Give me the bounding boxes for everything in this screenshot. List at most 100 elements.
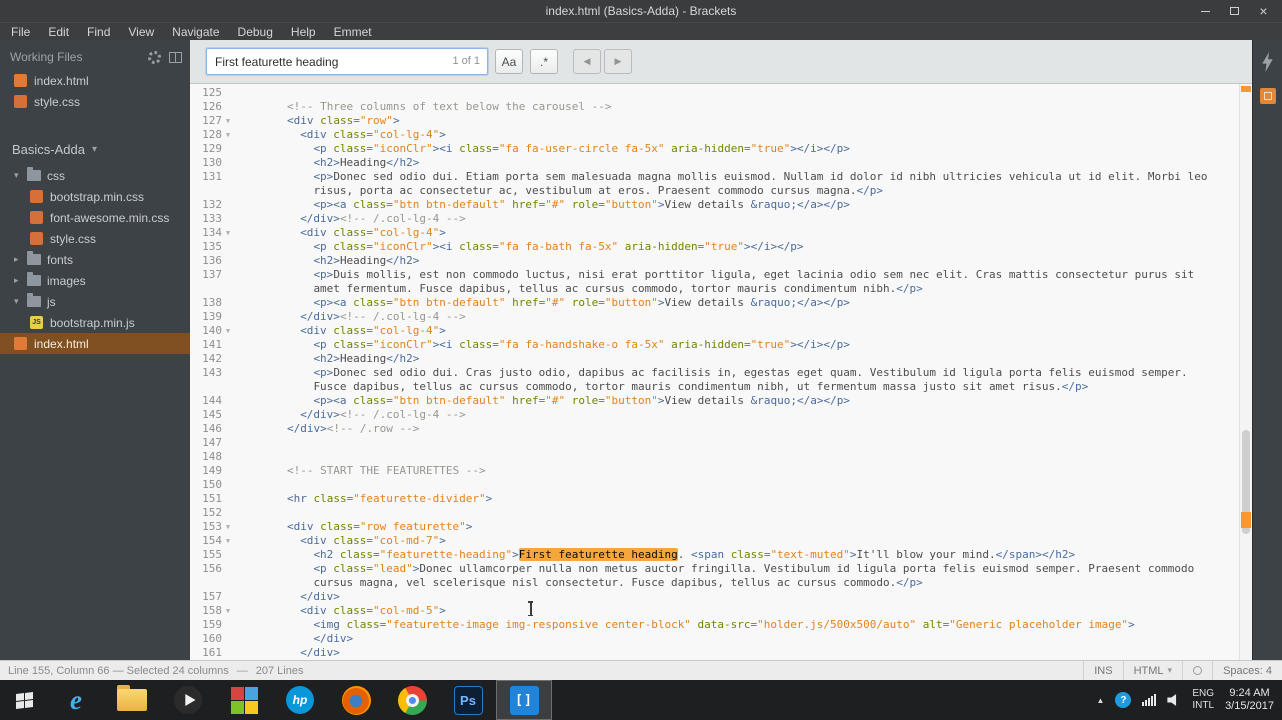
menu-debug[interactable]: Debug xyxy=(229,23,282,41)
project-dropdown[interactable]: Basics-Adda ▾ xyxy=(0,112,190,165)
code-line[interactable]: 146 </div><!-- /.row --> xyxy=(190,422,1239,436)
menu-find[interactable]: Find xyxy=(78,23,119,41)
clock[interactable]: 9:24 AM 3/15/2017 xyxy=(1225,687,1274,713)
collapse-icon[interactable]: ▾ xyxy=(14,170,24,181)
code-line[interactable]: 142 <h2>Heading</h2> xyxy=(190,352,1239,366)
tree-item-images[interactable]: ▸ images xyxy=(0,270,190,291)
find-previous-button[interactable]: ◀ xyxy=(573,49,601,74)
fold-arrow-icon[interactable]: ▼ xyxy=(222,114,234,128)
fold-arrow-icon[interactable]: ▼ xyxy=(222,520,234,534)
code-line[interactable]: 148 xyxy=(190,450,1239,464)
code-line[interactable]: 139 </div><!-- /.col-lg-4 --> xyxy=(190,310,1239,324)
working-file-index.html[interactable]: index.html xyxy=(0,70,190,91)
tree-item-font-awesome.min.css[interactable]: font-awesome.min.css xyxy=(0,207,190,228)
code-line[interactable]: 130 <h2>Heading</h2> xyxy=(190,156,1239,170)
search-input[interactable] xyxy=(206,48,488,75)
regex-button[interactable]: .* xyxy=(530,49,558,74)
menu-emmet[interactable]: Emmet xyxy=(325,23,381,41)
code-line[interactable]: 133 </div><!-- /.col-lg-4 --> xyxy=(190,212,1239,226)
code-line[interactable]: 155 <h2 class="featurette-heading">First … xyxy=(190,548,1239,562)
code-line[interactable]: 160 </div> xyxy=(190,632,1239,646)
split-view-icon[interactable] xyxy=(169,51,182,63)
menu-file[interactable]: File xyxy=(2,23,39,41)
code-line[interactable]: 129 <p class="iconClr"><i class="fa fa-us… xyxy=(190,142,1239,156)
volume-icon[interactable] xyxy=(1167,694,1177,706)
code-lines[interactable]: 125 126 <!-- Three columns of text below t… xyxy=(190,84,1239,660)
code-line[interactable]: 154 ▼ <div class="col-md-7"> xyxy=(190,534,1239,548)
code-line[interactable]: 145 </div><!-- /.col-lg-4 --> xyxy=(190,408,1239,422)
internet-explorer-icon[interactable]: e xyxy=(48,680,104,720)
language-selector[interactable]: HTML ▾ xyxy=(1122,661,1182,680)
maximize-button[interactable] xyxy=(1220,0,1249,22)
photoshop-icon[interactable]: Ps xyxy=(440,680,496,720)
code-line[interactable]: 161 </div> xyxy=(190,646,1239,660)
code-line[interactable]: 150 xyxy=(190,478,1239,492)
code-line[interactable]: 153 ▼ <div class="row featurette"> xyxy=(190,520,1239,534)
code-line[interactable]: 131 <p>Donec sed odio dui. Etiam porta se… xyxy=(190,170,1239,198)
menu-view[interactable]: View xyxy=(119,23,163,41)
fold-arrow-icon[interactable]: ▼ xyxy=(222,604,234,618)
fold-arrow-icon[interactable]: ▼ xyxy=(222,226,234,240)
menu-edit[interactable]: Edit xyxy=(39,23,78,41)
photos-app-icon[interactable] xyxy=(216,680,272,720)
code-line[interactable]: 157 </div> xyxy=(190,590,1239,604)
fold-arrow-icon[interactable]: ▼ xyxy=(222,534,234,548)
code-line[interactable]: 152 xyxy=(190,506,1239,520)
tree-item-bootstrap.min.js[interactable]: JS bootstrap.min.js xyxy=(0,312,190,333)
hp-support-icon[interactable]: hp xyxy=(272,680,328,720)
code-line[interactable]: 134 ▼ <div class="col-lg-4"> xyxy=(190,226,1239,240)
code-line[interactable]: 143 <p>Donec sed odio dui. Cras justo odi… xyxy=(190,366,1239,394)
file-explorer-icon[interactable] xyxy=(104,680,160,720)
lint-status[interactable] xyxy=(1182,661,1212,680)
fold-arrow-icon[interactable]: ▼ xyxy=(222,324,234,338)
show-hidden-icons-button[interactable]: ▲ xyxy=(1096,696,1104,705)
expand-icon[interactable]: ▸ xyxy=(14,254,24,265)
code-line[interactable]: 141 <p class="iconClr"><i class="fa fa-ha… xyxy=(190,338,1239,352)
code-line[interactable]: 136 <h2>Heading</h2> xyxy=(190,254,1239,268)
collapse-icon[interactable]: ▾ xyxy=(14,296,24,307)
code-line[interactable]: 128 ▼ <div class="col-lg-4"> xyxy=(190,128,1239,142)
vertical-scrollbar[interactable] xyxy=(1239,84,1252,660)
gear-icon[interactable] xyxy=(148,50,161,64)
tree-item-index.html[interactable]: index.html xyxy=(0,333,190,354)
code-line[interactable]: 140 ▼ <div class="col-lg-4"> xyxy=(190,324,1239,338)
close-button[interactable]: × xyxy=(1249,0,1278,22)
code-line[interactable]: 137 <p>Duis mollis, est non commodo luctu… xyxy=(190,268,1239,296)
code-line[interactable]: 159 <img class="featurette-image img-resp… xyxy=(190,618,1239,632)
chrome-icon[interactable] xyxy=(384,680,440,720)
code-line[interactable]: 135 <p class="iconClr"><i class="fa fa-ba… xyxy=(190,240,1239,254)
menu-help[interactable]: Help xyxy=(282,23,325,41)
brackets-taskbar-icon[interactable]: [] xyxy=(496,680,552,720)
code-line[interactable]: 147 xyxy=(190,436,1239,450)
fold-arrow-icon[interactable]: ▼ xyxy=(222,128,234,142)
code-line[interactable]: 156 <p class="lead">Donec ullamcorper nul… xyxy=(190,562,1239,590)
tree-item-bootstrap.min.css[interactable]: bootstrap.min.css xyxy=(0,186,190,207)
code-line[interactable]: 125 xyxy=(190,86,1239,100)
menu-navigate[interactable]: Navigate xyxy=(163,23,228,41)
code-line[interactable]: 144 <p><a class="btn btn-default" href="#… xyxy=(190,394,1239,408)
live-preview-icon[interactable] xyxy=(1262,52,1273,72)
network-icon[interactable] xyxy=(1142,694,1157,706)
overwrite-indicator[interactable]: INS xyxy=(1083,661,1122,680)
tray-help-icon[interactable]: ? xyxy=(1115,692,1132,708)
working-file-style.css[interactable]: style.css xyxy=(0,91,190,112)
code-line[interactable]: 138 <p><a class="btn btn-default" href="#… xyxy=(190,296,1239,310)
case-sensitive-button[interactable]: Aa xyxy=(495,49,523,74)
tree-item-style.css[interactable]: style.css xyxy=(0,228,190,249)
tree-item-css[interactable]: ▾ css xyxy=(0,165,190,186)
code-line[interactable]: 132 <p><a class="btn btn-default" href="#… xyxy=(190,198,1239,212)
code-line[interactable]: 149 <!-- START THE FEATURETTES --> xyxy=(190,464,1239,478)
firefox-icon[interactable] xyxy=(328,680,384,720)
code-line[interactable]: 158 ▼ <div class="col-md-5"> xyxy=(190,604,1239,618)
tree-item-js[interactable]: ▾ js xyxy=(0,291,190,312)
minimize-button[interactable] xyxy=(1191,0,1220,22)
extension-manager-icon[interactable] xyxy=(1259,88,1276,104)
expand-icon[interactable]: ▸ xyxy=(14,275,24,286)
tree-item-fonts[interactable]: ▸ fonts xyxy=(0,249,190,270)
find-next-button[interactable]: ▶ xyxy=(604,49,632,74)
code-line[interactable]: 126 <!-- Three columns of text below the … xyxy=(190,100,1239,114)
indent-setting[interactable]: Spaces: 4 xyxy=(1212,661,1282,680)
code-line[interactable]: 127 ▼ <div class="row"> xyxy=(190,114,1239,128)
code-line[interactable]: 151 <hr class="featurette-divider"> xyxy=(190,492,1239,506)
media-player-icon[interactable] xyxy=(160,680,216,720)
